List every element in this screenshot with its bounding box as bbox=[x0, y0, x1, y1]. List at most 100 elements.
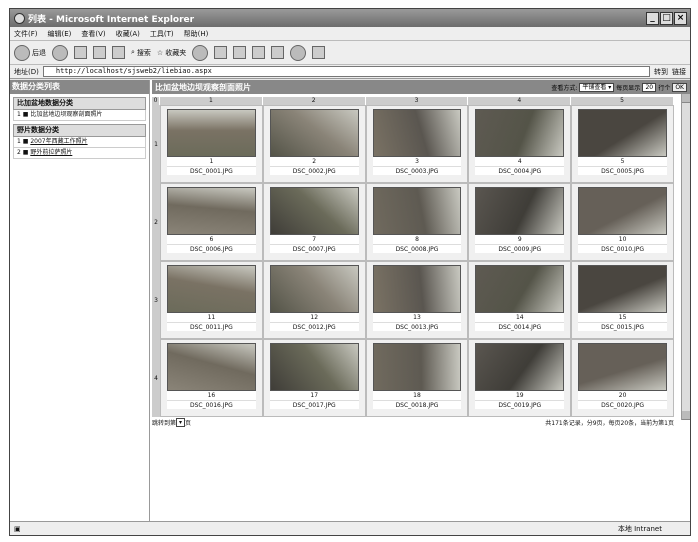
history-icon[interactable] bbox=[192, 44, 209, 61]
photo-thumbnail[interactable] bbox=[167, 265, 256, 313]
photo-thumbnail[interactable] bbox=[578, 187, 667, 235]
photo-filename[interactable]: DSC_0003.JPG bbox=[372, 166, 462, 175]
forward-button[interactable] bbox=[52, 44, 68, 61]
category-section-photos[interactable]: 野片数据分类 bbox=[13, 124, 146, 137]
vertical-scrollbar[interactable] bbox=[681, 94, 690, 420]
photo-thumbnail[interactable] bbox=[372, 265, 462, 313]
search-button[interactable]: ⌕ 搜索 bbox=[131, 48, 151, 58]
mail-icon[interactable] bbox=[214, 46, 228, 59]
maximize-button[interactable]: □ bbox=[660, 11, 673, 25]
photo-filename[interactable]: DSC_0016.JPG bbox=[167, 400, 256, 409]
print-icon[interactable] bbox=[233, 46, 247, 59]
photo-cell[interactable]: 10 DSC_0010.JPG bbox=[571, 183, 674, 261]
stop-icon[interactable] bbox=[74, 46, 87, 59]
scroll-down-icon[interactable] bbox=[682, 411, 690, 420]
category-item[interactable]: 1 ■ 比加盆地边坝观察剖面照片 bbox=[13, 110, 146, 121]
edit-icon[interactable] bbox=[252, 46, 266, 59]
scroll-up-icon[interactable] bbox=[682, 94, 690, 103]
discuss-icon[interactable] bbox=[271, 46, 285, 59]
photo-cell[interactable]: 19 DSC_0019.JPG bbox=[468, 339, 572, 417]
refresh-icon[interactable] bbox=[93, 46, 106, 59]
photo-filename[interactable]: DSC_0018.JPG bbox=[372, 400, 462, 409]
photo-filename[interactable]: DSC_0017.JPG bbox=[269, 400, 359, 409]
photo-filename[interactable]: DSC_0004.JPG bbox=[475, 166, 565, 175]
photo-thumbnail[interactable] bbox=[269, 343, 359, 391]
photo-cell[interactable]: 2 DSC_0002.JPG bbox=[262, 105, 366, 183]
messenger-icon[interactable] bbox=[290, 44, 307, 61]
home-icon[interactable] bbox=[112, 46, 125, 59]
menu-help[interactable]: 帮助(H) bbox=[184, 29, 209, 39]
photo-filename[interactable]: DSC_0011.JPG bbox=[167, 322, 256, 331]
address-bar: 地址(D) http://localhost/sjsweb2/liebiao.a… bbox=[10, 65, 690, 79]
per-page-input[interactable]: 20 bbox=[642, 82, 657, 92]
address-input[interactable]: http://localhost/sjsweb2/liebiao.aspx bbox=[42, 66, 650, 77]
photo-filename[interactable]: DSC_0015.JPG bbox=[578, 322, 667, 331]
menu-tools[interactable]: 工具(T) bbox=[150, 29, 174, 39]
photo-thumbnail[interactable] bbox=[475, 109, 565, 157]
category-item[interactable]: 2 ■ 野外前拉萨照片 bbox=[13, 148, 146, 159]
photo-thumbnail[interactable] bbox=[269, 187, 359, 235]
photo-filename[interactable]: DSC_0020.JPG bbox=[578, 400, 667, 409]
photo-cell[interactable]: 14 DSC_0014.JPG bbox=[468, 261, 572, 339]
photo-filename[interactable]: DSC_0005.JPG bbox=[578, 166, 667, 175]
category-item[interactable]: 1 ■ 2007年西藏工作照片 bbox=[13, 137, 146, 148]
photo-cell[interactable]: 17 DSC_0017.JPG bbox=[262, 339, 366, 417]
photo-thumbnail[interactable] bbox=[578, 265, 667, 313]
photo-thumbnail[interactable] bbox=[475, 265, 565, 313]
photo-thumbnail[interactable] bbox=[372, 343, 462, 391]
photo-cell[interactable]: 20 DSC_0020.JPG bbox=[571, 339, 674, 417]
menu-favorites[interactable]: 收藏(A) bbox=[116, 29, 140, 39]
photo-thumbnail[interactable] bbox=[475, 343, 565, 391]
photo-filename[interactable]: DSC_0009.JPG bbox=[475, 244, 565, 253]
photo-thumbnail[interactable] bbox=[578, 109, 667, 157]
photo-cell[interactable]: 5 DSC_0005.JPG bbox=[571, 105, 674, 183]
menu-file[interactable]: 文件(F) bbox=[14, 29, 38, 39]
photo-cell[interactable]: 11 DSC_0011.JPG bbox=[160, 261, 263, 339]
photo-filename[interactable]: DSC_0006.JPG bbox=[167, 244, 256, 253]
photo-filename[interactable]: DSC_0014.JPG bbox=[475, 322, 565, 331]
photo-thumbnail[interactable] bbox=[167, 187, 256, 235]
photo-cell[interactable]: 1 DSC_0001.JPG bbox=[160, 105, 263, 183]
photo-filename[interactable]: DSC_0019.JPG bbox=[475, 400, 565, 409]
menu-edit[interactable]: 编辑(E) bbox=[48, 29, 72, 39]
photo-filename[interactable]: DSC_0012.JPG bbox=[269, 322, 359, 331]
category-section-basin[interactable]: 比加盆地数据分类 bbox=[13, 97, 146, 110]
photo-cell[interactable]: 12 DSC_0012.JPG bbox=[262, 261, 366, 339]
photo-cell[interactable]: 9 DSC_0009.JPG bbox=[468, 183, 572, 261]
ok-button[interactable]: OK bbox=[672, 82, 687, 92]
photo-filename[interactable]: DSC_0001.JPG bbox=[167, 166, 256, 175]
photo-cell[interactable]: 18 DSC_0018.JPG bbox=[365, 339, 469, 417]
photo-cell[interactable]: 4 DSC_0004.JPG bbox=[468, 105, 572, 183]
links-button[interactable]: 链接 bbox=[672, 67, 686, 77]
photo-thumbnail[interactable] bbox=[372, 187, 462, 235]
photo-thumbnail[interactable] bbox=[372, 109, 462, 157]
back-button[interactable]: 后退 bbox=[14, 44, 46, 61]
photo-thumbnail[interactable] bbox=[475, 187, 565, 235]
photo-cell[interactable]: 13 DSC_0013.JPG bbox=[365, 261, 469, 339]
column-header-row: 0 1 2 3 4 5 bbox=[152, 97, 674, 105]
photo-cell[interactable]: 8 DSC_0008.JPG bbox=[365, 183, 469, 261]
photo-cell[interactable]: 15 DSC_0015.JPG bbox=[571, 261, 674, 339]
photo-cell[interactable]: 7 DSC_0007.JPG bbox=[262, 183, 366, 261]
photo-thumbnail[interactable] bbox=[578, 343, 667, 391]
research-icon[interactable] bbox=[312, 46, 326, 59]
view-mode-select[interactable]: 平铺查看 ▾ bbox=[579, 82, 615, 92]
photo-filename[interactable]: DSC_0013.JPG bbox=[372, 322, 462, 331]
photo-cell[interactable]: 16 DSC_0016.JPG bbox=[160, 339, 263, 417]
photo-filename[interactable]: DSC_0007.JPG bbox=[269, 244, 359, 253]
photo-cell[interactable]: 3 DSC_0003.JPG bbox=[365, 105, 469, 183]
photo-thumbnail[interactable] bbox=[269, 265, 359, 313]
photo-filename[interactable]: DSC_0010.JPG bbox=[578, 244, 667, 253]
minimize-button[interactable]: _ bbox=[646, 11, 659, 25]
photo-filename[interactable]: DSC_0008.JPG bbox=[372, 244, 462, 253]
favorites-button[interactable]: ☆ 收藏夹 bbox=[157, 48, 186, 58]
photo-filename[interactable]: DSC_0002.JPG bbox=[269, 166, 359, 175]
photo-cell[interactable]: 6 DSC_0006.JPG bbox=[160, 183, 263, 261]
close-button[interactable]: × bbox=[674, 11, 687, 25]
menu-view[interactable]: 查看(V) bbox=[81, 29, 105, 39]
go-button[interactable]: 转到 bbox=[654, 67, 668, 77]
photo-thumbnail[interactable] bbox=[167, 343, 256, 391]
photo-thumbnail[interactable] bbox=[269, 109, 359, 157]
photo-thumbnail[interactable] bbox=[167, 109, 256, 157]
jump-page-select[interactable]: ▾ bbox=[176, 417, 186, 427]
